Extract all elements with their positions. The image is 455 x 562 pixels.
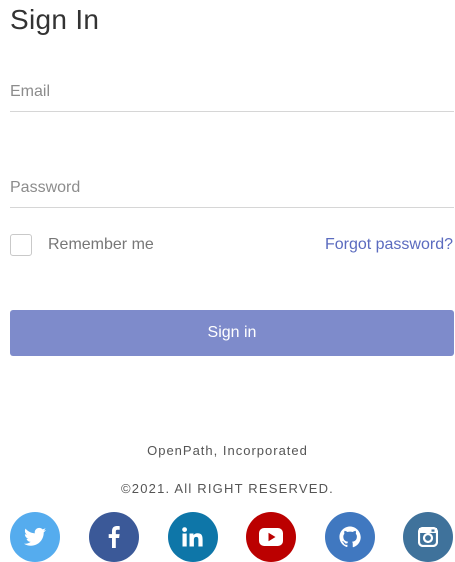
social-links: [0, 512, 455, 562]
github-icon: [339, 526, 361, 548]
youtube-button[interactable]: [246, 512, 296, 562]
email-field[interactable]: [10, 72, 454, 112]
page-title: Sign In: [10, 4, 100, 35]
github-button[interactable]: [325, 512, 375, 562]
youtube-icon: [259, 528, 283, 546]
instagram-icon: [418, 527, 438, 547]
twitter-icon: [24, 527, 46, 546]
facebook-icon: [108, 526, 120, 548]
remember-me-checkbox[interactable]: [10, 234, 32, 256]
twitter-button[interactable]: [10, 512, 60, 562]
sign-in-button[interactable]: Sign in: [10, 310, 454, 356]
copyright-text: ©2021. All RIGHT RESERVED.: [121, 481, 334, 496]
forgot-password-link[interactable]: Forgot password?: [325, 236, 453, 254]
remember-me-label: Remember me: [48, 236, 154, 253]
linkedin-icon: [182, 527, 203, 547]
password-field[interactable]: [10, 168, 454, 208]
remember-me-toggle[interactable]: Remember me: [10, 234, 154, 256]
instagram-button[interactable]: [403, 512, 453, 562]
company-name: OpenPath, Incorporated: [147, 443, 308, 458]
facebook-button[interactable]: [89, 512, 139, 562]
linkedin-button[interactable]: [168, 512, 218, 562]
